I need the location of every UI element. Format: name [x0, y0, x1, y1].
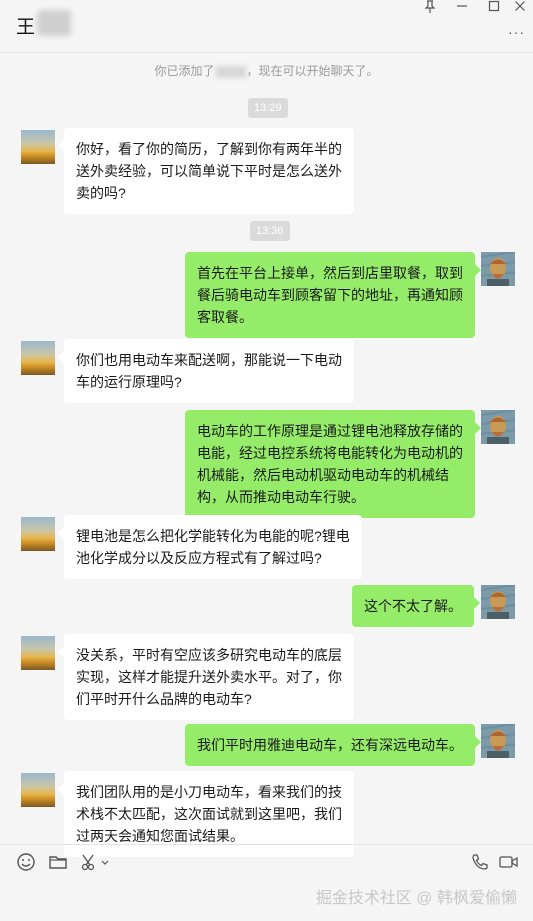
more-icon[interactable]: ··· — [508, 24, 525, 40]
message-line: 你好，看了你的简历，了解到你有两年半的 — [76, 141, 342, 157]
chat-header: 王 ··· — [0, 0, 533, 52]
message-line: 没关系，平时有空应该多研究电动车的底层 — [76, 647, 342, 663]
message-line: 餐后骑电动车到顾客留下的地址，再通知顾 — [197, 287, 463, 303]
contact-avatar[interactable] — [21, 773, 55, 807]
minimize-icon[interactable] — [448, 0, 476, 16]
contact-avatar[interactable] — [21, 636, 55, 670]
toolbar-divider — [0, 844, 533, 845]
self-avatar[interactable] — [481, 724, 515, 758]
pin-icon[interactable] — [416, 0, 444, 16]
message-line: 电动车的工作原理是通过锂电池释放存储的 — [197, 423, 463, 439]
message-bubble-incoming[interactable]: 没关系，平时有空应该多研究电动车的底层 实现，这样才能提升送外卖水平。对了，你 … — [58, 634, 354, 720]
timestamp: 13:36 — [250, 221, 290, 241]
timestamp: 13:29 — [248, 98, 288, 118]
message-line: 我们团队用的是小刀电动车，看来我们的技 — [76, 784, 342, 800]
video-icon[interactable] — [498, 852, 522, 874]
header-divider — [0, 52, 533, 53]
message-line: 池化学成分以及反应方程式有了解过吗? — [76, 550, 322, 566]
message-line: 车的运行原理吗? — [76, 374, 182, 390]
message-line: 实现，这样才能提升送外卖水平。对了，你 — [76, 669, 342, 685]
message-line: 客取餐。 — [197, 309, 253, 325]
message-line: 你们也用电动车来配送啊，那能说一下电动 — [76, 352, 342, 368]
message-line: 机械能，然后电动机驱动电动车的机械结 — [197, 467, 449, 483]
watermark: 掘金技术社区 @ 韩枫爱偷懒 — [315, 890, 517, 907]
maximize-icon[interactable] — [480, 0, 508, 16]
message-line: 我们平时用雅迪电动车，还有深远电动车。 — [197, 737, 463, 753]
message-line: 这个不太了解。 — [364, 598, 462, 614]
message-bubble-outgoing[interactable]: 这个不太了解。 — [352, 585, 480, 627]
chevron-down-icon[interactable] — [100, 852, 112, 874]
message-bubble-outgoing[interactable]: 我们平时用雅迪电动车，还有深远电动车。 — [185, 724, 481, 766]
contact-name-redacted — [37, 10, 71, 36]
notice-prefix: 你已添加了 — [154, 64, 215, 78]
emoji-icon[interactable] — [16, 852, 40, 874]
close-icon[interactable] — [506, 0, 533, 16]
contact-avatar[interactable] — [21, 517, 55, 551]
message-line: 首先在平台上接单，然后到店里取餐，取到 — [197, 265, 463, 281]
message-line: 术栈不太匹配，这次面试就到这里吧，我们 — [76, 806, 342, 822]
message-line: 锂电池是怎么把化学能转化为电能的呢?锂电 — [76, 528, 350, 544]
friend-added-notice: 你已添加了 ，现在可以开始聊天了。 — [0, 62, 533, 79]
message-line: 们平时开什么品牌的电动车? — [76, 691, 252, 707]
notice-suffix: ，现在可以开始聊天了。 — [246, 64, 379, 78]
contact-avatar[interactable] — [21, 130, 55, 164]
message-bubble-outgoing[interactable]: 首先在平台上接单，然后到店里取餐，取到 餐后骑电动车到顾客留下的地址，再通知顾 … — [185, 252, 481, 338]
contact-avatar[interactable] — [21, 341, 55, 375]
folder-icon[interactable] — [48, 852, 72, 874]
message-bubble-incoming[interactable]: 锂电池是怎么把化学能转化为电能的呢?锂电 池化学成分以及反应方程式有了解过吗? — [58, 515, 362, 579]
self-avatar[interactable] — [481, 585, 515, 619]
message-bubble-outgoing[interactable]: 电动车的工作原理是通过锂电池释放存储的 电能，经过电控系统将电能转化为电动机的 … — [185, 410, 481, 518]
message-bubble-incoming[interactable]: 你好，看了你的简历，了解到你有两年半的 送外卖经验，可以简单说下平时是怎么送外 … — [58, 128, 354, 214]
message-bubble-incoming[interactable]: 你们也用电动车来配送啊，那能说一下电动 车的运行原理吗? — [58, 339, 354, 403]
message-line: 送外卖经验，可以简单说下平时是怎么送外 — [76, 163, 342, 179]
phone-icon[interactable] — [470, 852, 494, 874]
message-line: 构，从而推动电动车行驶。 — [197, 489, 365, 505]
contact-name: 王 — [16, 17, 36, 38]
redacted-name — [215, 65, 246, 78]
message-line: 电能，经过电控系统将电能转化为电动机的 — [197, 445, 463, 461]
self-avatar[interactable] — [481, 252, 515, 286]
message-line: 卖的吗? — [76, 185, 126, 201]
self-avatar[interactable] — [481, 410, 515, 444]
